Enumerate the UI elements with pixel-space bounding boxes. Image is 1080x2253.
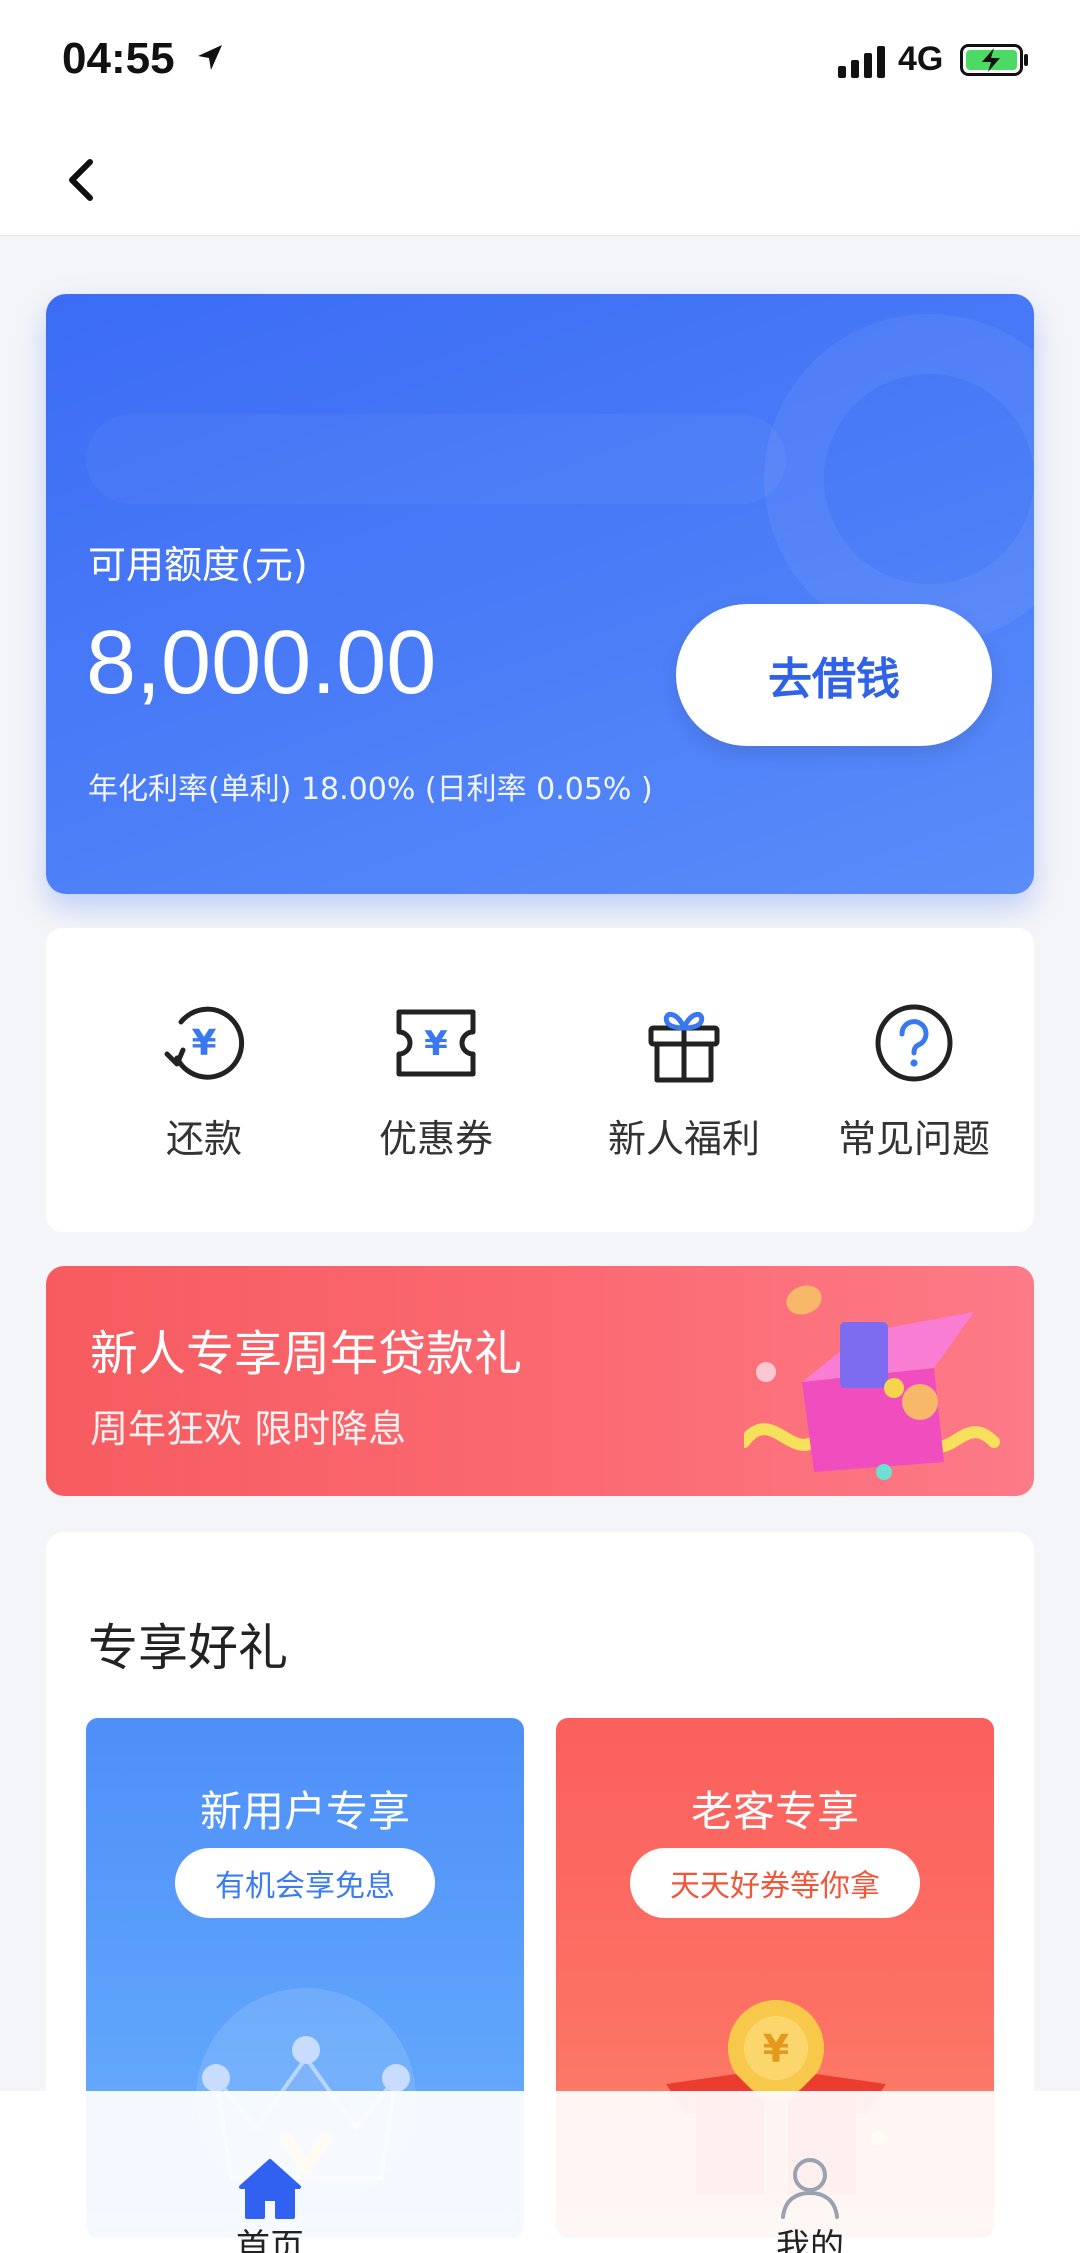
- coupon-icon: ¥: [396, 1009, 476, 1077]
- svg-text:¥: ¥: [191, 1023, 216, 1064]
- promo-banner[interactable]: 新人专享周年贷款礼 周年狂欢 限时降息: [46, 1266, 1034, 1496]
- battery-charging-icon: [960, 44, 1028, 76]
- quick-menu-label: 常见问题: [837, 1117, 990, 1161]
- gift-box-illustration: [744, 1285, 1000, 1480]
- tab-home[interactable]: 首页: [0, 2091, 540, 2253]
- tab-mine[interactable]: 我的: [540, 2091, 1080, 2253]
- location-arrow-icon: [198, 45, 222, 70]
- gift-card-title: 新用户专享: [199, 1787, 410, 1836]
- back-arrow-icon[interactable]: [60, 156, 108, 204]
- user-icon: [781, 2158, 839, 2219]
- section-title: 专享好礼: [88, 1619, 288, 1677]
- quick-menu-item-coupon[interactable]: ¥ 优惠券: [326, 998, 546, 1178]
- repay-yuan-icon: ¥: [164, 1006, 245, 1080]
- credit-amount: 8,000.00: [86, 613, 437, 713]
- question-icon: [875, 1004, 953, 1082]
- credit-card: 可用额度(元) 8,000.00 去借钱 年化利率(单利) 18.00% (日利…: [46, 294, 1034, 894]
- status-bar: 04:55 4G: [0, 0, 1080, 120]
- gift-card-title: 老客专享: [690, 1787, 859, 1836]
- quick-menu-label: 优惠券: [378, 1117, 493, 1161]
- status-time: 04:55: [62, 34, 175, 83]
- quick-menu: ¥ 还款 ¥ 优惠券 新人福利 常见问题: [46, 928, 1034, 1232]
- quick-menu-label: 新人福利: [607, 1117, 760, 1161]
- svg-text:¥: ¥: [424, 1024, 448, 1064]
- interest-rate-text: 年化利率(单利) 18.00% (日利率 0.05% ): [88, 772, 653, 807]
- tab-label: 我的: [776, 2227, 844, 2253]
- quick-menu-item-faq[interactable]: 常见问题: [804, 998, 1024, 1178]
- nav-bar: [0, 120, 1080, 236]
- borrow-button[interactable]: 去借钱: [676, 604, 992, 746]
- tab-bar: 首页 我的: [0, 2091, 1080, 2253]
- quick-menu-label: 还款: [165, 1117, 242, 1161]
- home-icon: [239, 2159, 301, 2219]
- tab-label: 首页: [236, 2227, 304, 2253]
- gift-card-pill[interactable]: 有机会享免息: [175, 1848, 435, 1918]
- gift-icon: [648, 1012, 720, 1083]
- quick-menu-item-repay[interactable]: ¥ 还款: [94, 998, 314, 1178]
- promo-subtitle: 周年狂欢 限时降息: [90, 1407, 407, 1451]
- card-decoration: [86, 414, 786, 504]
- gift-card-pill[interactable]: 天天好券等你拿: [630, 1848, 920, 1918]
- network-type: 4G: [898, 40, 944, 78]
- promo-title: 新人专享周年贷款礼: [90, 1326, 523, 1382]
- quick-menu-item-new-user-benefits[interactable]: 新人福利: [574, 998, 794, 1178]
- credit-label: 可用额度(元): [88, 543, 308, 587]
- svg-text:¥: ¥: [763, 2027, 789, 2071]
- card-decoration: [764, 314, 1034, 644]
- signal-icon: [838, 46, 885, 78]
